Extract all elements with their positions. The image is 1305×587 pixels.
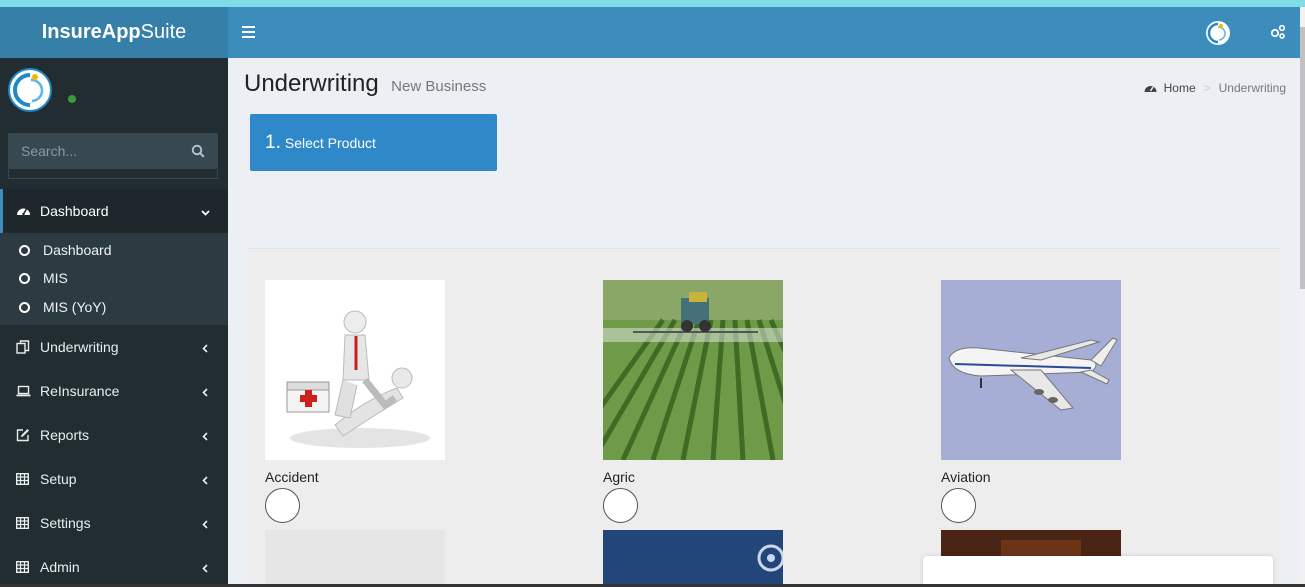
sidebar-toggle-icon[interactable] (242, 26, 255, 38)
content-header: Underwriting New Business (244, 70, 486, 98)
sidebar-item-label: Underwriting (40, 339, 119, 355)
product-name: Agric (603, 469, 635, 485)
step-label: Select Product (284, 134, 376, 151)
search-button[interactable] (178, 133, 218, 169)
sidebar-item-admin[interactable]: Admin (0, 545, 228, 587)
sidebar-search (8, 133, 218, 169)
sidebar-item-label: ReInsurance (40, 383, 120, 399)
product-image-aviation[interactable] (941, 280, 1121, 460)
product-image-agric[interactable] (603, 280, 783, 460)
breadcrumb: Home > Underwriting (1144, 81, 1286, 95)
control-sidebar-icon[interactable] (1270, 24, 1286, 40)
circle-icon (19, 301, 30, 313)
chevron-left-icon (201, 340, 210, 356)
app-logo[interactable]: InsureApp Suite (0, 7, 228, 58)
online-status-icon (68, 95, 76, 103)
circle-icon (19, 272, 30, 284)
product-radio-agric[interactable] (603, 488, 638, 523)
sidebar-item-label: Admin (40, 559, 80, 575)
product-name: Aviation (941, 469, 991, 485)
notification-popup (923, 556, 1273, 587)
page-subtitle: New Business (391, 78, 487, 95)
product-image-accident[interactable] (265, 280, 445, 460)
sidebar-item-setup[interactable]: Setup (0, 457, 228, 501)
sidebar-item-settings[interactable]: Settings (0, 501, 228, 545)
product-agric: Agric (603, 280, 783, 523)
dashboard-icon (1144, 83, 1157, 94)
chevron-left-icon (201, 428, 210, 444)
table-icon (16, 516, 34, 530)
product-image-partial (603, 530, 783, 587)
top-navbar (228, 7, 1305, 58)
submenu-item-mis[interactable]: MIS (0, 263, 228, 293)
product-accident: Accident (265, 280, 445, 523)
submenu-item-label: MIS (YoY) (43, 299, 107, 315)
dashboard-icon (16, 204, 34, 218)
submenu-item-label: Dashboard (43, 242, 112, 258)
submenu-item-dashboard[interactable]: Dashboard (0, 233, 228, 263)
wizard-step-select-product[interactable]: 1. Select Product (250, 114, 497, 171)
brand-bold: InsureApp (41, 21, 141, 43)
product-panel: Accident Agric Aviation (248, 248, 1280, 587)
top-stripe (0, 0, 1305, 7)
page-title: Underwriting (244, 70, 379, 97)
chevron-left-icon (201, 472, 210, 488)
edit-icon (16, 428, 34, 442)
product-image-partial (265, 530, 445, 587)
laptop-icon (16, 384, 34, 398)
sidebar-item-label: Settings (40, 515, 91, 531)
search-underline (8, 169, 218, 179)
table-icon (16, 560, 34, 574)
page-scrollbar[interactable] (1300, 7, 1305, 587)
circle-icon (19, 244, 30, 256)
step-number: 1. (265, 131, 281, 153)
company-logo-icon[interactable] (1206, 21, 1230, 45)
sidebar-item-label: Reports (40, 427, 90, 443)
submenu-item-label: MIS (43, 270, 68, 286)
brand-light: Suite (140, 21, 187, 43)
product-radio-accident[interactable] (265, 488, 300, 523)
search-input[interactable] (8, 133, 183, 169)
submenu-item-mis-yoy[interactable]: MIS (YoY) (0, 293, 228, 325)
dashboard-submenu: Dashboard MIS MIS (YoY) (0, 233, 228, 325)
sidebar-item-label: Setup (40, 471, 77, 487)
chevron-left-icon (201, 560, 210, 576)
chevron-left-icon (201, 384, 210, 400)
breadcrumb-home[interactable]: Home (1164, 81, 1196, 95)
sidebar-item-reinsurance[interactable]: ReInsurance (0, 369, 228, 413)
product-radio-aviation[interactable] (941, 488, 976, 523)
user-panel (8, 68, 218, 114)
product-name: Accident (265, 469, 319, 485)
product-aviation: Aviation (941, 280, 1121, 523)
chevron-down-icon (201, 204, 210, 220)
sidebar-item-reports[interactable]: Reports (0, 413, 228, 457)
breadcrumb-separator: > (1203, 81, 1211, 95)
chevron-left-icon (201, 516, 210, 532)
copy-icon (16, 340, 34, 354)
scrollbar-thumb[interactable] (1300, 27, 1305, 289)
sidebar-item-dashboard[interactable]: Dashboard (0, 189, 228, 233)
sidebar-item-underwriting[interactable]: Underwriting (0, 325, 228, 369)
left-sidebar: Dashboard Dashboard MIS MIS (YoY) (0, 58, 228, 587)
search-icon (191, 144, 205, 158)
table-icon (16, 472, 34, 486)
breadcrumb-current: Underwriting (1218, 81, 1286, 95)
sidebar-item-label: Dashboard (40, 203, 109, 219)
avatar (8, 68, 52, 112)
sidebar-menu: Dashboard Dashboard MIS MIS (YoY) Underw… (0, 189, 228, 587)
